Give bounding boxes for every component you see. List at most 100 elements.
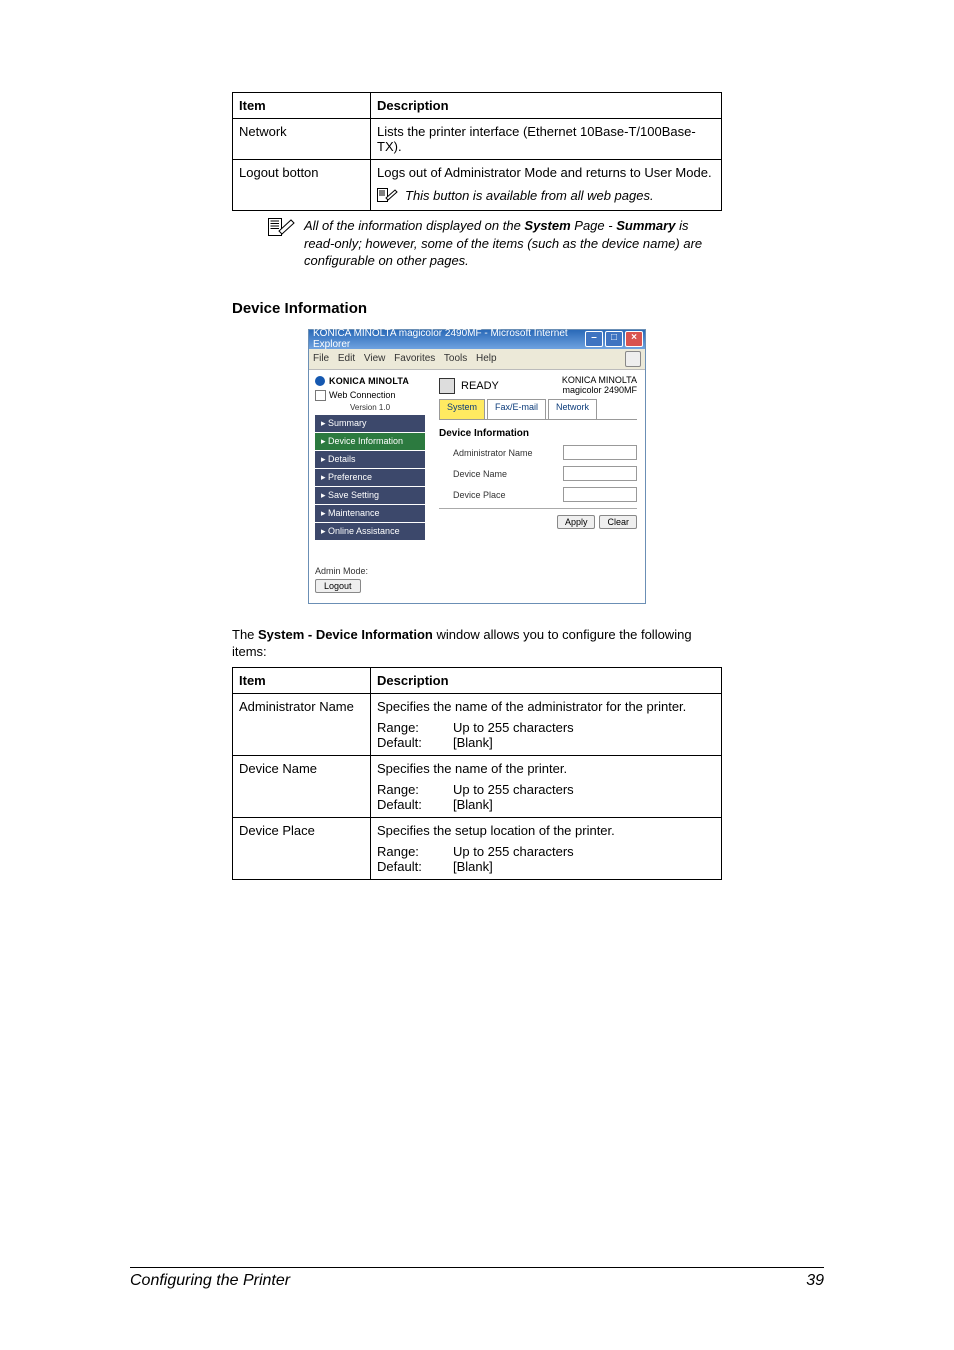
field-label-device-name: Device Name — [439, 469, 563, 479]
table1-r0-desc: Lists the printer interface (Ethernet 10… — [371, 119, 722, 160]
sidebar-item-label: Save Setting — [328, 490, 379, 500]
page-footer: Configuring the Printer 39 — [130, 1267, 824, 1290]
device-name-input[interactable] — [563, 466, 637, 481]
note-bold2: Summary — [616, 218, 675, 233]
field-label-device-place: Device Place — [439, 490, 563, 500]
menu-items[interactable]: File Edit View Favorites Tools Help — [313, 353, 497, 364]
web-connection-label: Web Connection — [329, 390, 395, 400]
form-row: Device Place — [439, 487, 637, 502]
table-item-description-2: Item Description Administrator Name Spec… — [232, 667, 722, 880]
table2-r1-desc-cell: Specifies the name of the printer. Range… — [371, 755, 722, 817]
maximize-button[interactable]: □ — [605, 331, 623, 347]
device-place-input[interactable] — [563, 487, 637, 502]
sidebar-item-save-setting[interactable]: ▸ Save Setting — [315, 487, 425, 504]
version-label: Version 1.0 — [315, 403, 425, 412]
web-connection: Web Connection — [315, 390, 425, 401]
note-prefix: All of the information displayed on the — [304, 218, 524, 233]
footer-title: Configuring the Printer — [130, 1272, 290, 1290]
logout-button[interactable]: Logout — [315, 579, 361, 593]
table-row: Device Name Specifies the name of the pr… — [233, 755, 722, 817]
window-controls: – □ × — [585, 331, 643, 347]
clear-button[interactable]: Clear — [599, 515, 637, 529]
apply-button[interactable]: Apply — [557, 515, 596, 529]
table2-r0-default-lbl: Default: — [377, 735, 437, 750]
table2-r0-desc-cell: Specifies the name of the administrator … — [371, 693, 722, 755]
window-title: KONICA MINOLTA magicolor 2490MF - Micros… — [313, 328, 585, 350]
sidebar-item-online-assistance[interactable]: ▸ Online Assistance — [315, 523, 425, 540]
sidebar-item-label: Online Assistance — [328, 526, 400, 536]
sidebar-item-label: Preference — [328, 472, 372, 482]
main-panel: READY KONICA MINOLTA magicolor 2490MF Sy… — [431, 370, 645, 603]
brand-text: KONICA MINOLTA — [329, 376, 409, 386]
table2-r1-default-lbl: Default: — [377, 797, 437, 812]
globe-icon — [315, 390, 326, 401]
table1-r1-desc: Logs out of Administrator Mode and retur… — [371, 160, 722, 211]
table1-header-desc: Description — [371, 93, 722, 119]
table-item-description-1: Item Description Network Lists the print… — [232, 92, 722, 211]
table2-header-desc: Description — [371, 667, 722, 693]
ie-logo-icon — [625, 351, 641, 367]
table1-r1-note: This button is available from all web pa… — [405, 188, 654, 203]
section-heading: Device Information — [232, 300, 722, 317]
sidebar-item-label: Details — [328, 454, 356, 464]
table2-r2-desc: Specifies the setup location of the prin… — [377, 823, 615, 838]
table-row: Device Place Specifies the setup locatio… — [233, 817, 722, 879]
intro-paragraph: The System - Device Information window a… — [232, 626, 722, 661]
table2-r1-desc: Specifies the name of the printer. — [377, 761, 567, 776]
table-row: Logout botton Logs out of Administrator … — [233, 160, 722, 211]
table-row: Network Lists the printer interface (Eth… — [233, 119, 722, 160]
sidebar-item-summary[interactable]: ▸ Summary — [315, 415, 425, 432]
table2-r1-item: Device Name — [233, 755, 371, 817]
printer-icon — [439, 378, 455, 394]
table2-r0-default-val: [Blank] — [453, 735, 574, 750]
sidebar-item-device-information[interactable]: ▸ Device Information — [315, 433, 425, 450]
menubar: File Edit View Favorites Tools Help — [309, 349, 645, 370]
form-row: Administrator Name — [439, 445, 637, 460]
administrator-name-input[interactable] — [563, 445, 637, 460]
table2-r0-range-lbl: Range: — [377, 720, 437, 735]
note-mid1: Page - — [571, 218, 617, 233]
printer-name-line2: magicolor 2490MF — [562, 386, 637, 396]
sidebar-item-label: Device Information — [328, 436, 403, 446]
note-bold1: System — [524, 218, 570, 233]
table2-r2-desc-cell: Specifies the setup location of the prin… — [371, 817, 722, 879]
brand: KONICA MINOLTA — [315, 376, 425, 386]
table2-r1-default-val: [Blank] — [453, 797, 574, 812]
close-button[interactable]: × — [625, 331, 643, 347]
table2-r0-range-val: Up to 255 characters — [453, 720, 574, 735]
minimize-button[interactable]: – — [585, 331, 603, 347]
sidebar-item-preference[interactable]: ▸ Preference — [315, 469, 425, 486]
tab-fax-email[interactable]: Fax/E-mail — [487, 399, 546, 419]
window-titlebar: KONICA MINOLTA magicolor 2490MF - Micros… — [309, 330, 645, 349]
field-label-administrator-name: Administrator Name — [439, 448, 563, 458]
form-row: Device Name — [439, 466, 637, 481]
sidebar-item-label: Maintenance — [328, 508, 380, 518]
table2-r0-item: Administrator Name — [233, 693, 371, 755]
table-row: Administrator Name Specifies the name of… — [233, 693, 722, 755]
table1-r0-item: Network — [233, 119, 371, 160]
intro-bold: System - Device Information — [258, 627, 433, 642]
intro-pre: The — [232, 627, 258, 642]
sidebar-item-label: Summary — [328, 418, 367, 428]
note-icon — [377, 188, 399, 205]
table2-r2-default-lbl: Default: — [377, 859, 437, 874]
tab-network[interactable]: Network — [548, 399, 597, 419]
table2-r1-range-val: Up to 255 characters — [453, 782, 574, 797]
admin-mode-label: Admin Mode: — [315, 566, 425, 576]
divider — [439, 508, 637, 509]
sidebar-item-details[interactable]: ▸ Details — [315, 451, 425, 468]
brand-logo-icon — [315, 376, 325, 386]
table1-header-item: Item — [233, 93, 371, 119]
tab-system[interactable]: System — [439, 399, 485, 419]
table2-r0-desc: Specifies the name of the administrator … — [377, 699, 686, 714]
table2-r1-range-lbl: Range: — [377, 782, 437, 797]
status-ready: READY — [461, 380, 499, 392]
sidebar-item-maintenance[interactable]: ▸ Maintenance — [315, 505, 425, 522]
page-note: All of the information displayed on the … — [268, 217, 722, 270]
screenshot-window: KONICA MINOLTA magicolor 2490MF - Micros… — [308, 329, 646, 604]
table2-r2-range-lbl: Range: — [377, 844, 437, 859]
printer-model: KONICA MINOLTA magicolor 2490MF — [562, 376, 637, 396]
panel-title: Device Information — [439, 428, 637, 439]
footer-page-number: 39 — [806, 1272, 824, 1290]
table2-header-item: Item — [233, 667, 371, 693]
